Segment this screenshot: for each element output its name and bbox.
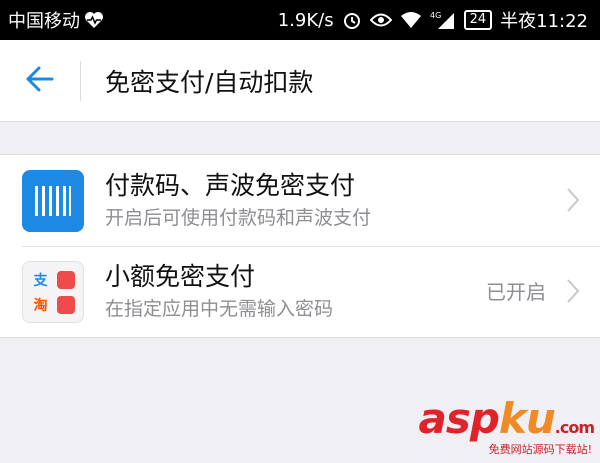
alipay-icon: 支 [33,272,48,289]
list-item-barcode-sonic-pay[interactable]: 付款码、声波免密支付 开启后可使用付款码和声波支付 [0,155,600,246]
list-item-title: 小额免密支付 [105,262,256,291]
chevron-right-icon [566,278,580,308]
status-label: 已开启 [486,280,546,304]
wifi-icon [400,11,422,29]
status-left: 中国移动 [8,7,104,33]
list-item-title: 付款码、声波免密支付 [105,171,356,200]
watermark-tagline: 免费网站源码下载站! [488,443,592,456]
list-item-subtitle: 开启后可使用付款码和声波支付 [105,207,372,229]
apps-icon: 支 淘 [22,261,84,323]
watermark: aspku.com 免费网站源码下载站! [394,397,595,457]
list-item-text: 付款码、声波免密支付 开启后可使用付款码和声波支付 [105,169,371,231]
settings-list: 付款码、声波免密支付 开启后可使用付款码和声波支付 支 淘 小额免密支付 在指定… [0,154,600,338]
network-speed: 1.9K/s [277,9,334,31]
back-arrow-icon [26,66,54,96]
back-button[interactable] [0,40,80,122]
taobao-icon: 淘 [33,297,48,314]
bag-icon [55,269,76,290]
shop-icon [55,294,76,315]
list-item-subtitle: 在指定应用中无需输入密码 [105,298,334,320]
list-item-small-amount-pay[interactable]: 支 淘 小额免密支付 在指定应用中无需输入密码 已开启 [0,246,600,337]
list-item-text: 小额免密支付 在指定应用中无需输入密码 [105,260,333,322]
clock-time: 半夜11:22 [500,11,588,32]
page-title: 免密支付/自动扣款 [105,67,314,97]
eye-icon [369,12,392,28]
network-type-label: 4G [430,11,441,20]
carrier-label: 中国移动 [8,11,80,32]
heart-pulse-icon [84,11,104,29]
barcode-icon [22,170,84,232]
battery-indicator: 24 [463,10,493,30]
nav-divider [80,60,81,101]
chevron-right-icon [566,187,580,217]
status-right: 1.9K/s 4G 24 半夜11:22 [278,7,588,33]
alarm-clock-icon [342,10,362,30]
nav-bar: 免密支付/自动扣款 [0,40,600,122]
status-bar: 中国移动 1.9K/s 4G 24 半夜11:22 [0,0,600,40]
signal-icon: 4G [430,10,456,30]
